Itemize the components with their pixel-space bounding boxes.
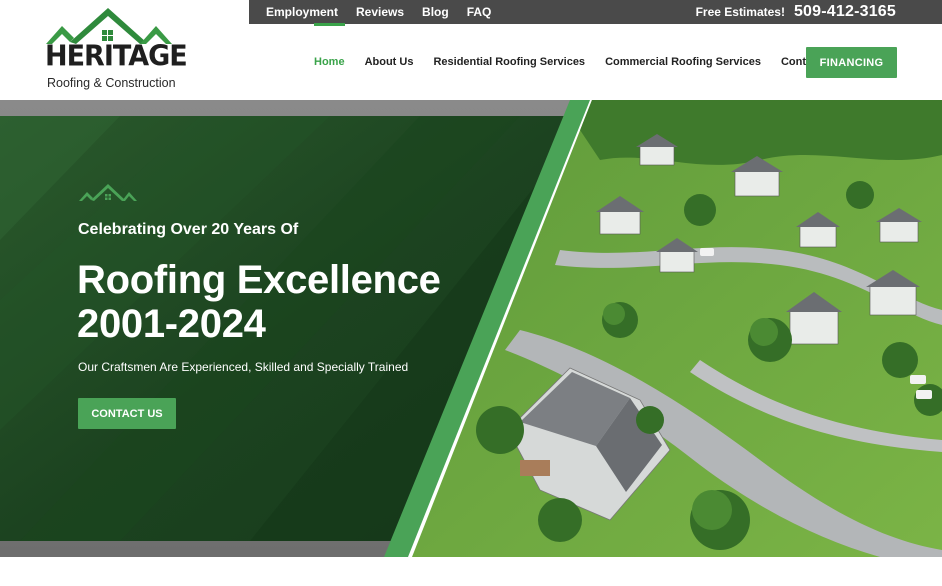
hero-tagline: Our Craftsmen Are Experienced, Skilled a…: [78, 360, 409, 374]
nav-residential-roofing[interactable]: Residential Roofing Services: [423, 47, 595, 77]
hero-headline: Roofing Excellence 2001-2024: [77, 258, 497, 346]
blog-link[interactable]: Blog: [422, 5, 449, 19]
nav-about-us[interactable]: About Us: [355, 47, 424, 77]
page: Employment Reviews Blog FAQ Free Estimat…: [0, 0, 942, 586]
headline-line-2: 2001-2024: [77, 302, 266, 346]
hero-eyebrow: Celebrating Over 20 Years Of: [78, 221, 299, 238]
site-logo[interactable]: HERITAGE Roofing & Construction: [44, 6, 188, 94]
free-estimate: Free Estimates! 509-412-3165: [696, 0, 896, 24]
main-nav: Home About Us Residential Roofing Servic…: [304, 23, 849, 77]
nav-home[interactable]: Home: [304, 23, 355, 77]
financing-button[interactable]: FINANCING: [806, 47, 897, 78]
employment-link[interactable]: Employment: [266, 5, 338, 19]
phone-link[interactable]: 509-412-3165: [794, 3, 896, 21]
estimate-label: Free Estimates!: [695, 5, 785, 19]
utility-links: Employment Reviews Blog FAQ: [266, 0, 491, 24]
reviews-link[interactable]: Reviews: [356, 5, 404, 19]
hero-banner: Celebrating Over 20 Years Of Roofing Exc…: [0, 100, 942, 557]
nav-commercial-roofing[interactable]: Commercial Roofing Services: [595, 47, 771, 77]
contact-us-button[interactable]: CONTACT US: [78, 398, 176, 429]
logo-wordmark: HERITAGE: [45, 40, 188, 73]
house-roof-icon: [79, 184, 137, 201]
headline-line-1: Roofing Excellence: [77, 258, 441, 302]
logo-subtitle: Roofing & Construction: [47, 76, 176, 90]
faq-link[interactable]: FAQ: [467, 5, 492, 19]
utility-bar: Employment Reviews Blog FAQ Free Estimat…: [249, 0, 942, 24]
